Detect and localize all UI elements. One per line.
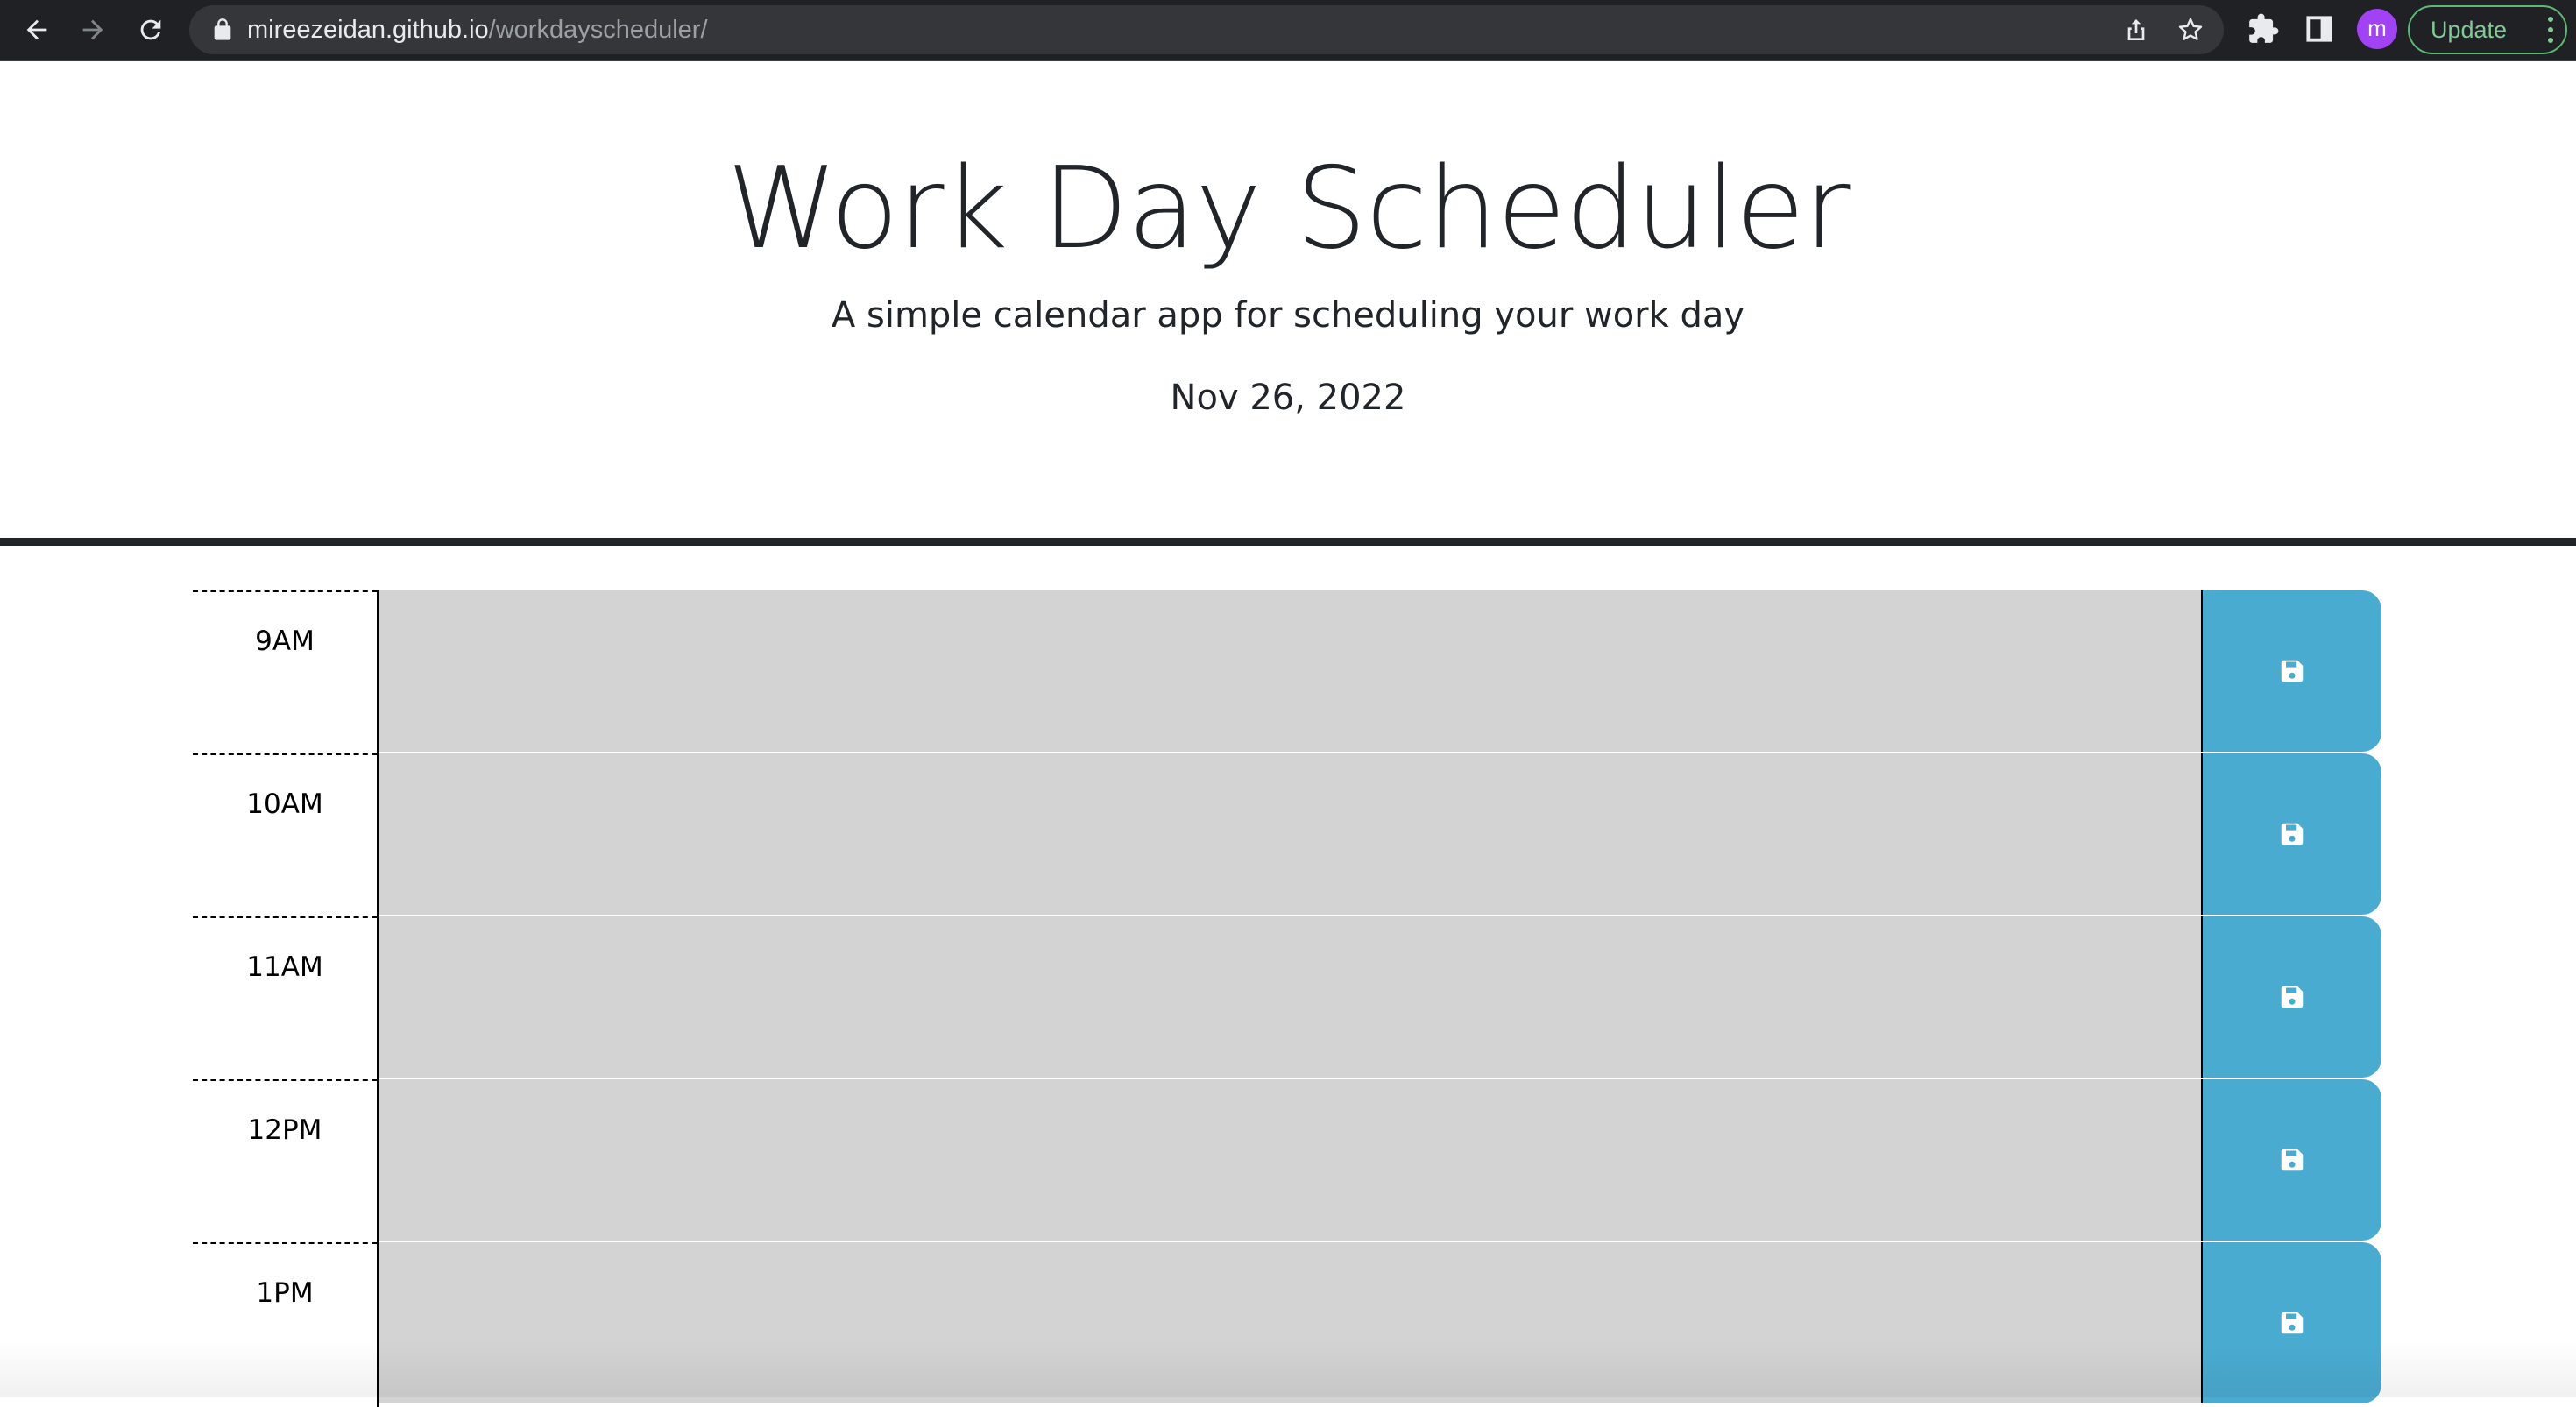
description-input[interactable]: [379, 1079, 2201, 1242]
extensions-puzzle-icon[interactable]: [2247, 12, 2280, 46]
floppy-disk-icon: [2281, 1312, 2304, 1334]
update-label: Update: [2431, 17, 2508, 43]
save-button[interactable]: [2201, 1079, 2381, 1241]
hour-label: 10AM: [193, 753, 379, 918]
profile-avatar[interactable]: m: [2357, 9, 2397, 49]
description-input[interactable]: [379, 916, 2201, 1079]
reload-icon: [140, 19, 161, 40]
hour-label: 11AM: [193, 916, 379, 1081]
page-header: Work Day Scheduler A simple calendar app…: [0, 61, 2576, 546]
time-block-10am: 10AM: [193, 753, 2381, 918]
save-button[interactable]: [2201, 590, 2381, 752]
time-block-1pm: 1PM: [193, 1242, 2381, 1407]
page-title: Work Day Scheduler: [726, 144, 1850, 274]
page-lead: A simple calendar app for scheduling you…: [831, 295, 1745, 336]
save-button[interactable]: [2201, 753, 2381, 915]
lock-icon[interactable]: [210, 18, 235, 42]
star-icon[interactable]: [2176, 16, 2204, 44]
side-panel-icon[interactable]: [2303, 12, 2336, 46]
hour-label: 1PM: [193, 1242, 379, 1407]
update-button[interactable]: Update: [2408, 5, 2567, 54]
forward-arrow-icon: [82, 19, 103, 40]
address-bar[interactable]: mireezeidan.github.io/workdayscheduler/: [189, 5, 2224, 54]
share-icon[interactable]: [2122, 16, 2150, 44]
back-arrow-icon: [26, 19, 47, 40]
time-block-12pm: 12PM: [193, 1079, 2381, 1244]
current-day: Nov 26, 2022: [1170, 378, 1406, 418]
browser-toolbar: mireezeidan.github.io/workdayscheduler/ …: [0, 0, 2576, 61]
back-button[interactable]: [16, 9, 58, 51]
url-host: mireezeidan.github.io: [247, 16, 489, 44]
url-path: /workdayscheduler/: [488, 16, 708, 44]
floppy-disk-icon: [2281, 986, 2304, 1008]
save-button[interactable]: [2201, 1242, 2381, 1403]
hour-label: 12PM: [193, 1079, 379, 1244]
description-input[interactable]: [379, 753, 2201, 916]
floppy-disk-icon: [2281, 823, 2304, 845]
floppy-disk-icon: [2281, 660, 2304, 682]
kebab-menu-icon: [2548, 17, 2553, 43]
time-block-11am: 11AM: [193, 916, 2381, 1081]
time-block-9am: 9AM: [193, 590, 2381, 755]
reload-button[interactable]: [130, 9, 172, 51]
description-input[interactable]: [379, 590, 2201, 753]
description-input[interactable]: [379, 1242, 2201, 1405]
floppy-disk-icon: [2281, 1149, 2304, 1171]
forward-button[interactable]: [72, 9, 114, 51]
hour-label: 9AM: [193, 590, 379, 755]
save-button[interactable]: [2201, 916, 2381, 1078]
url-text[interactable]: mireezeidan.github.io/workdayscheduler/: [247, 5, 708, 54]
